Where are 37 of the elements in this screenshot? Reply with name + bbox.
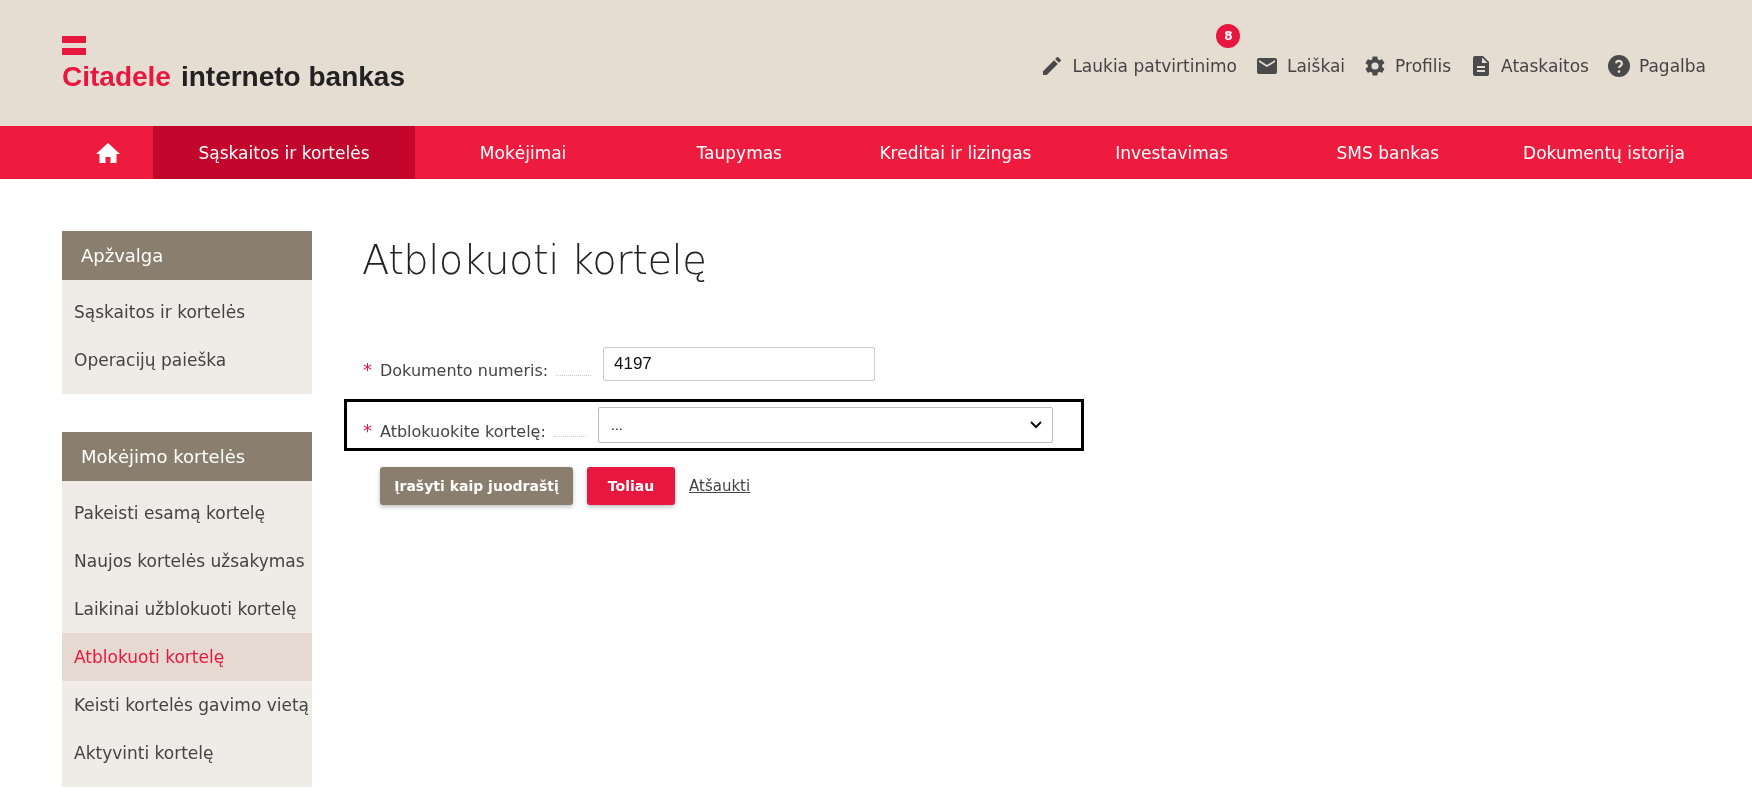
header-link[interactable]: Laiškai: [1254, 54, 1346, 78]
sidebar-section-title: Apžvalga: [62, 231, 312, 280]
field-label: Dokumento numeris:: [380, 360, 549, 380]
help-icon: [1606, 54, 1631, 78]
page-title: Atblokuoti kortelę: [362, 236, 708, 283]
nav-tab[interactable]: SMS bankas: [1279, 126, 1496, 179]
sidebar-item[interactable]: Naujos kortelės užsakymas: [62, 537, 312, 585]
notification-badge: 8: [1216, 24, 1241, 48]
cancel-link[interactable]: Atšaukti: [689, 477, 751, 495]
header-link[interactable]: Profilis: [1363, 54, 1452, 78]
sidebar-item[interactable]: Laikinai užblokuoti kortelę: [62, 585, 312, 633]
sidebar-item[interactable]: Sąskaitos ir kortelės: [62, 288, 312, 336]
sidebar-item[interactable]: Aktyvinti kortelę: [62, 729, 312, 777]
input-field[interactable]: 4197: [603, 347, 875, 381]
required-asterisk: *: [363, 358, 372, 380]
save-draft-button[interactable]: Įrašyti kaip juodraštį: [380, 467, 573, 505]
nav-tab[interactable]: Sąskaitos ir kortelės: [153, 126, 415, 179]
sidebar-section-title: Mokėjimo kortelės: [62, 432, 312, 481]
header-link[interactable]: Ataskaitos: [1469, 54, 1589, 78]
logo-product: interneto bankas: [180, 62, 405, 92]
chevron-down-icon: [1030, 421, 1042, 429]
dropdown-field[interactable]: ...: [598, 407, 1053, 443]
nav-tab[interactable]: Dokumentų istorija: [1495, 126, 1713, 179]
nav-tab[interactable]: Taupymas: [631, 126, 848, 179]
logo-stripes-icon: [62, 36, 86, 56]
header-link[interactable]: Pagalba: [1606, 54, 1706, 78]
next-button[interactable]: Toliau: [587, 467, 675, 505]
nav-tab[interactable]: Mokėjimai: [415, 126, 632, 179]
home-icon: [94, 141, 121, 164]
nav-tab[interactable]: Investavimas: [1063, 126, 1280, 179]
logo-brand: Citadele: [62, 62, 171, 92]
field-label: Atblokuokite kortelę:: [380, 421, 546, 441]
sidebar-item[interactable]: Operacijų paieška: [62, 336, 312, 384]
required-asterisk: *: [363, 419, 372, 441]
nav-tab[interactable]: Kreditai ir lizingas: [847, 126, 1064, 179]
sidebar-item[interactable]: Keisti kortelės gavimo vietą: [62, 681, 312, 729]
sidebar-item[interactable]: Pakeisti esamą kortelę: [62, 489, 312, 537]
